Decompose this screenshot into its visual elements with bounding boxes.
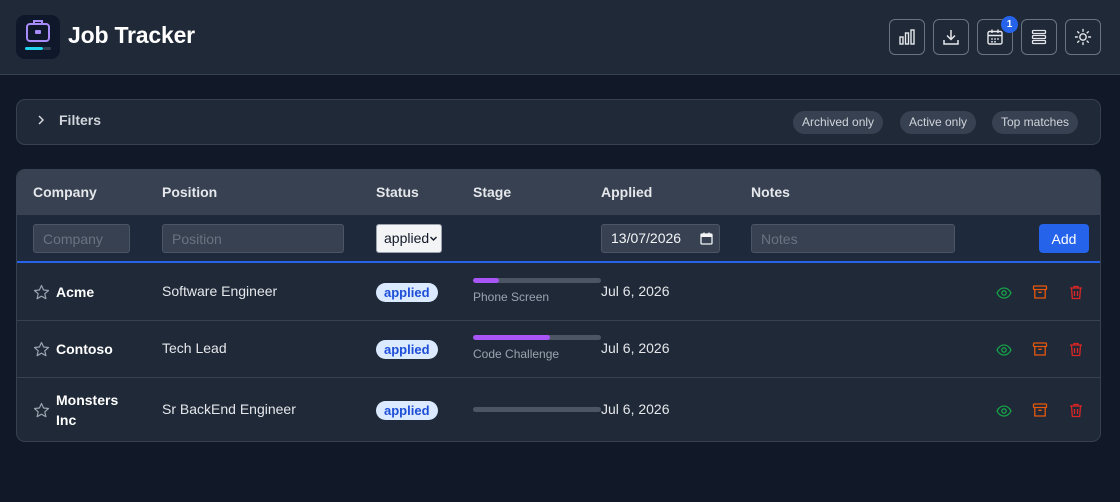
trash-icon[interactable]: [1068, 341, 1084, 357]
archive-icon[interactable]: [1032, 402, 1048, 418]
chip-archived-only[interactable]: Archived only: [793, 111, 884, 134]
stage-progress: [473, 335, 601, 340]
company-name: Monsters Inc: [56, 392, 119, 428]
column-position: Position: [162, 184, 218, 200]
chip-top-matches[interactable]: Top matches: [992, 111, 1079, 134]
stats-button[interactable]: [889, 19, 925, 55]
table-row: Acme Software Engineer applied Phone Scr…: [17, 265, 1100, 321]
calendar-icon: [987, 29, 1003, 45]
applied-date-input[interactable]: 13/07/2026: [601, 224, 720, 253]
trash-icon[interactable]: [1068, 402, 1084, 418]
stage-progress-fill: [473, 278, 499, 283]
stack-icon: [1031, 29, 1047, 45]
jobs-table: Company Position Status Stage Applied No…: [16, 169, 1101, 442]
column-applied: Applied: [601, 184, 653, 200]
table-row: Monsters Inc Sr BackEnd Engineer applied…: [17, 379, 1100, 441]
applied-date: Jul 6, 2026: [601, 401, 670, 417]
chevron-right-icon: [38, 115, 45, 125]
stage-progress: [473, 407, 601, 412]
star-icon[interactable]: [33, 284, 50, 301]
filters-panel: Filters Archived only Active only Top ma…: [16, 99, 1101, 145]
status-badge: applied: [376, 340, 438, 359]
status-select[interactable]: applied: [376, 224, 442, 253]
app-header: Job Tracker 1: [0, 0, 1120, 75]
table-row: Contoso Tech Lead applied Code Challenge…: [17, 322, 1100, 378]
archive-icon[interactable]: [1032, 284, 1048, 300]
status-badge: applied: [376, 401, 438, 420]
archive-icon[interactable]: [1032, 341, 1048, 357]
applied-date: Jul 6, 2026: [601, 340, 670, 356]
briefcase-logo-icon: [16, 15, 60, 59]
table-header: Company Position Status Stage Applied No…: [17, 170, 1100, 215]
notes-input[interactable]: [751, 224, 955, 253]
column-stage: Stage: [473, 184, 512, 200]
calendar-picker-icon[interactable]: [700, 232, 713, 245]
sun-icon: [1074, 28, 1092, 46]
add-job-row: applied 13/07/2026 Add: [17, 215, 1100, 263]
position-text: Tech Lead: [162, 340, 227, 356]
position-text: Software Engineer: [162, 283, 278, 299]
position-text: Sr BackEnd Engineer: [162, 401, 296, 417]
chevron-down-icon: [430, 236, 437, 241]
trash-icon[interactable]: [1068, 284, 1084, 300]
filters-toggle[interactable]: Filters: [35, 112, 101, 128]
notification-badge: 1: [1001, 16, 1018, 33]
column-company: Company: [33, 184, 97, 200]
download-button[interactable]: [933, 19, 969, 55]
star-icon[interactable]: [33, 402, 50, 419]
download-icon: [943, 30, 959, 45]
calendar-button[interactable]: 1: [977, 16, 1018, 55]
company-input[interactable]: [33, 224, 130, 253]
add-job-button[interactable]: Add: [1039, 224, 1089, 253]
applied-date-value: 13/07/2026: [611, 230, 682, 246]
stage-label: Code Challenge: [473, 347, 560, 361]
eye-icon[interactable]: [996, 285, 1012, 301]
stage-progress: [473, 278, 601, 283]
applied-date: Jul 6, 2026: [601, 283, 670, 299]
company-name: Acme: [56, 284, 95, 300]
status-select-value: applied: [384, 230, 430, 246]
layout-button[interactable]: [1021, 19, 1057, 55]
column-notes: Notes: [751, 184, 790, 200]
eye-icon[interactable]: [996, 403, 1012, 419]
column-status: Status: [376, 184, 419, 200]
eye-icon[interactable]: [996, 342, 1012, 358]
status-badge: applied: [376, 283, 438, 302]
theme-toggle-button[interactable]: [1065, 19, 1101, 55]
filters-label: Filters: [59, 112, 102, 128]
chip-active-only[interactable]: Active only: [900, 111, 977, 134]
bar-chart-icon: [899, 29, 915, 45]
position-input[interactable]: [162, 224, 344, 253]
stage-label: Phone Screen: [473, 290, 550, 304]
stage-progress-fill: [473, 335, 550, 340]
star-icon[interactable]: [33, 341, 50, 358]
company-name: Contoso: [56, 341, 113, 357]
app-title: Job Tracker: [68, 22, 195, 48]
